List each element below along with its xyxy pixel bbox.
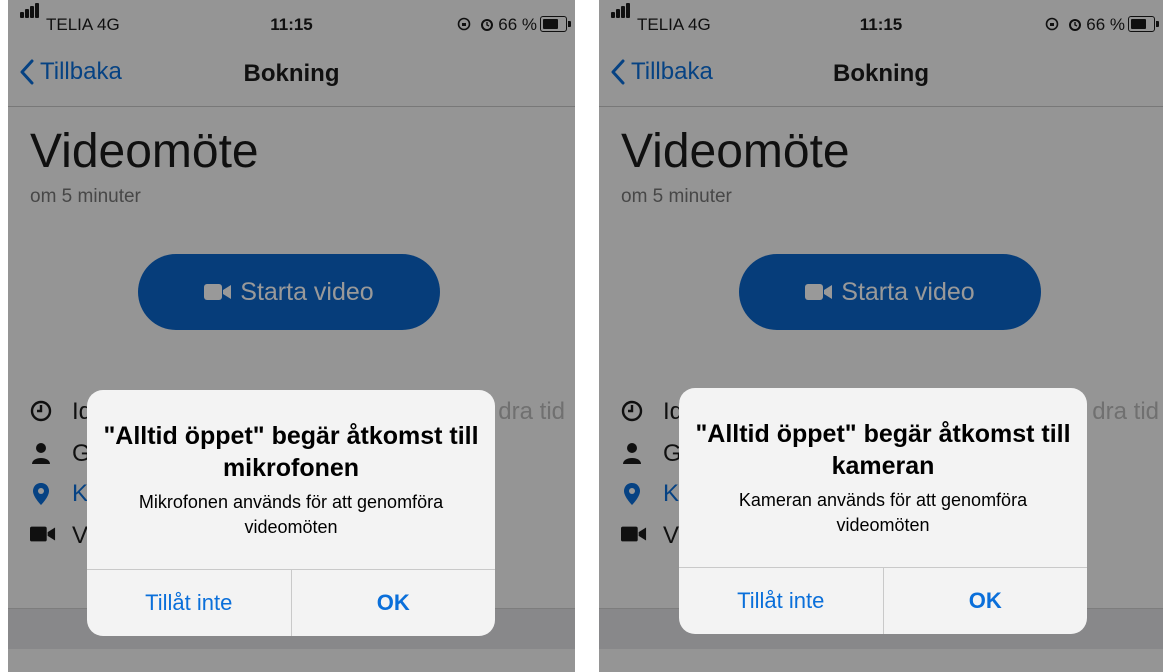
permission-dialog: "Alltid öppet" begär åtkomst till mikrof…	[87, 390, 495, 636]
screen-microphone-request: TELIA 4G 11:15 66 % Tillbaka Bokning Vid…	[8, 0, 575, 672]
deny-button[interactable]: Tillåt inte	[87, 570, 291, 636]
dialog-message: Mikrofonen används för att genomföra vid…	[138, 492, 444, 537]
allow-button[interactable]: OK	[882, 568, 1088, 634]
allow-button[interactable]: OK	[290, 570, 496, 636]
dialog-title: "Alltid öppet" begär åtkomst till mikrof…	[103, 422, 479, 482]
dialog-message: Kameran används för att genomföra videom…	[738, 490, 1028, 535]
permission-dialog: "Alltid öppet" begär åtkomst till kamera…	[679, 388, 1087, 634]
dialog-actions: Tillåt inte OK	[87, 569, 495, 636]
dialog-actions: Tillåt inte OK	[679, 567, 1087, 634]
dialog-title: "Alltid öppet" begär åtkomst till kamera…	[695, 420, 1071, 480]
deny-button[interactable]: Tillåt inte	[679, 568, 883, 634]
screen-camera-request: TELIA 4G 11:15 66 % Tillbaka Bokning Vid…	[599, 0, 1163, 672]
